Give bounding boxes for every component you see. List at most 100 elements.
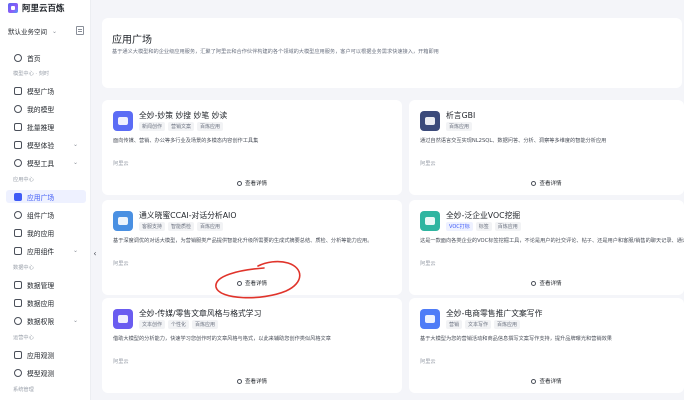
sidebar-group-label: 运营中心 [13, 335, 34, 341]
view-details-button[interactable]: 查看详情 [102, 377, 402, 385]
sidebar-item[interactable]: 应用观测 [6, 348, 86, 361]
app-card-tags: 营销 文本写作 百炼应用 [446, 320, 521, 329]
app-card-icon [113, 309, 133, 329]
view-details-label: 查看详情 [539, 181, 562, 187]
nav-item-icon [14, 53, 22, 62]
info-circle-icon [531, 280, 537, 286]
view-details-button[interactable]: 查看详情 [409, 377, 684, 385]
sidebar-item-label: 数据管理 [27, 281, 55, 290]
app-card-description: 借助大模型的分析能力，快速学习您创作时的文章风格与格式，以此来辅助您创作类似风格… [113, 336, 331, 342]
view-details-button[interactable]: 查看详情 [102, 279, 402, 287]
view-details-button[interactable]: 查看详情 [409, 179, 684, 187]
nav-item-icon [14, 122, 22, 131]
app-card-title: 全妙-传媒/零售文章风格与格式学习 [139, 309, 262, 318]
app-card-icon [420, 111, 440, 131]
nav-item-icon [14, 316, 22, 325]
workspace-select[interactable]: 默认业务空间 ⌄ [8, 24, 70, 38]
tag-badge: 百炼应用 [192, 320, 219, 329]
nav-item-icon [14, 210, 22, 219]
sidebar-item-label: 组件广场 [27, 211, 55, 220]
app-card-title: 全妙-泛企业VOC挖掘 [446, 211, 521, 220]
app-card-icon [113, 111, 133, 131]
app-glyph-icon [425, 217, 435, 225]
sidebar-item[interactable]: 批量推理 [6, 120, 86, 133]
nav-item-icon [14, 104, 22, 113]
nav-item-icon [14, 298, 22, 307]
info-circle-icon [236, 280, 242, 286]
nav-item-icon [14, 246, 22, 255]
sidebar-item-label: 应用组件 [27, 247, 55, 256]
app-card-title: 全妙-妙策 妙搜 妙笔 妙读 [139, 111, 228, 120]
tag-badge: 新闻创作 [139, 122, 166, 131]
nav-item-icon [14, 86, 22, 95]
page-banner: 应用广场 基于通义大模型和的企业级应用服务，汇聚了阿里云和合作伙伴构建的各个领域… [102, 18, 682, 88]
sidebar-item[interactable]: 数据应用 [6, 296, 86, 309]
view-details-button[interactable]: 查看详情 [102, 179, 402, 187]
app-card-description: 基于大模型为您的营销活动和商品信息撰写文案写作支持，提升品牌曝光和营销效果 [420, 336, 612, 342]
sidebar-item-label: 模型广场 [27, 87, 55, 96]
view-details-button[interactable]: 查看详情 [409, 279, 684, 287]
chevron-down-icon: ⌄ [52, 27, 58, 35]
app-card-tags: VOC打标 标签 百炼应用 [446, 222, 521, 231]
sidebar-item[interactable]: 模型体验 ⌄ [6, 138, 86, 151]
sidebar-item[interactable]: 我的模型 [6, 102, 86, 115]
app-card[interactable]: 全妙-电商零售推广文案写作 营销 文本写作 百炼应用基于大模型为您的营销活动和商品信息… [409, 298, 684, 393]
sidebar-item-label: 我的模型 [27, 105, 55, 114]
sidebar-item[interactable]: 应用组件 ⌄ [6, 244, 86, 257]
app-card-icon [420, 211, 440, 231]
tag-badge: 百炼应用 [446, 122, 473, 131]
nav-item-icon [14, 192, 22, 201]
sidebar-item[interactable]: 数据管理 [6, 278, 86, 291]
info-circle-icon [531, 378, 537, 384]
chevron-down-icon: ⌄ [72, 247, 78, 254]
sidebar-group-label: 系统管理 [13, 387, 34, 393]
app-card-tags: 客服支持 智能质检 百炼应用 [139, 222, 224, 231]
sidebar-item[interactable]: 模型广场 [6, 84, 86, 97]
sidebar-item-label: 批量推理 [27, 123, 55, 132]
tag-badge: 百炼应用 [494, 320, 521, 329]
view-details-label: 查看详情 [539, 379, 562, 385]
sidebar-item[interactable]: 模型工具 ⌄ [6, 156, 86, 169]
info-circle-icon [531, 180, 537, 186]
app-glyph-icon [118, 315, 128, 323]
sidebar-item-label: 首页 [27, 54, 41, 63]
app-card[interactable]: 全妙-泛企业VOC挖掘 VOC打标 标签 百炼应用这是一款面向各类企业的VOC标签挖掘… [409, 200, 684, 295]
sidebar: 阿里云百炼 默认业务空间 ⌄ 首页模型中心 · 刻时模型广场我的模型批量推理模型… [0, 0, 91, 400]
app-card[interactable]: 全妙-妙策 妙搜 妙笔 妙读 新闻创作 营销文案 百炼应用 面向传媒、营销、办公等多行业… [102, 100, 402, 195]
app-card[interactable]: 通义晓蜜CCAI-对话分析AIO 客服支持 智能质检 百炼应用 基于深度调优的对话大模型… [102, 200, 402, 295]
app-card-title: 全妙-电商零售推广文案写作 [446, 309, 543, 318]
app-logo[interactable]: 阿里云百炼 [8, 1, 65, 15]
tag-badge: 百炼应用 [197, 222, 224, 231]
chevron-down-icon: ⌄ [72, 159, 78, 166]
sidebar-item[interactable]: 我的应用 [6, 226, 86, 239]
sidebar-item[interactable]: 模型观测 [6, 366, 86, 379]
tag-badge: 百炼应用 [494, 222, 521, 231]
page-title: 应用广场 [112, 35, 152, 46]
app-card-description: 通过自然语言交互实现NL2SQL、数据问答、分析、洞察等多维度的智能分析应用 [420, 138, 607, 144]
nav-item-icon [14, 280, 22, 289]
sidebar-item-label: 应用观测 [27, 351, 55, 360]
app-card-vendor: 阿里云 [420, 359, 436, 365]
app-name: 阿里云百炼 [22, 4, 65, 14]
sidebar-item[interactable]: 首页 [6, 51, 86, 64]
sidebar-item-label: 模型体验 [27, 141, 55, 150]
app-card[interactable]: 析言GBI 百炼应用 通过自然语言交互实现NL2SQL、数据问答、分析、洞察等多维度… [409, 100, 684, 195]
app-card-description: 这是一款面向各类企业的VOC标签挖掘工具，不论是用户的社交评论、帖子、还是用户和… [420, 238, 684, 244]
tag-badge: 个性化 [168, 320, 190, 329]
tag-badge: 百炼应用 [197, 122, 224, 131]
tag-badge: 营销 [446, 320, 463, 329]
sidebar-item-label: 模型观测 [27, 369, 55, 378]
app-card[interactable]: 全妙-传媒/零售文章风格与格式学习 文本创作 个性化 百炼应用借助大模型的分析能力，快… [102, 298, 402, 393]
sidebar-item-label: 我的应用 [27, 229, 55, 238]
sidebar-item[interactable]: 应用广场 [6, 190, 86, 203]
chevron-down-icon: ⌄ [72, 317, 78, 324]
sidebar-group-label: 模型中心 · 刻时 [13, 71, 50, 77]
collapse-sidebar-icon[interactable]: ‹ [91, 246, 99, 260]
app-card-description: 基于深度调优的对话大模型，为营销服类产品提供智能化升级所需要的生成式摘要总结、质… [113, 238, 373, 244]
sidebar-group-label: 数据中心 [13, 265, 34, 271]
sidebar-item[interactable]: 数据权限 ⌄ [6, 314, 86, 327]
workspace-doc-icon[interactable] [76, 26, 84, 35]
info-circle-icon [236, 180, 242, 186]
sidebar-item[interactable]: 组件广场 [6, 208, 86, 221]
app-card-tags: 文本创作 个性化 百炼应用 [139, 320, 219, 329]
